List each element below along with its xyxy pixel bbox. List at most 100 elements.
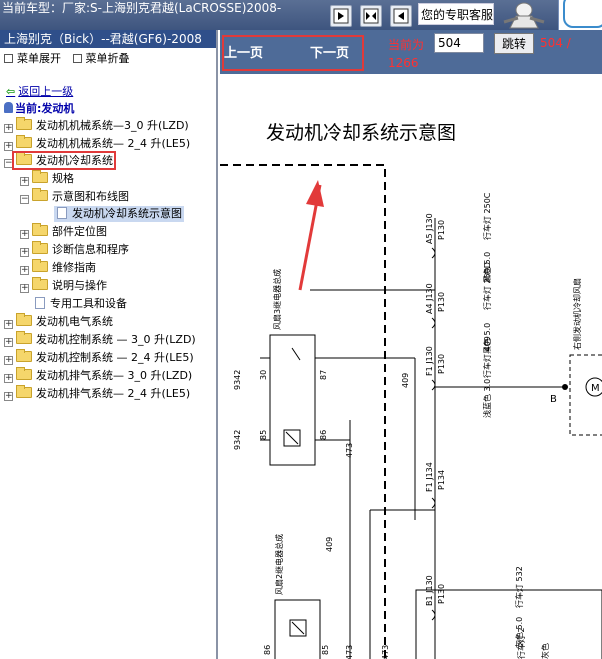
folder-icon [32, 241, 48, 254]
tree-item-engine-electrical[interactable]: + 发动机电气系统 [4, 313, 113, 330]
expand-plus-icon[interactable]: + [4, 142, 13, 151]
tree-item-engine-control-lzd[interactable]: + 发动机控制系统 — 3_0 升(LZD) [4, 331, 196, 348]
document-icon [35, 297, 45, 309]
tree-item-exhaust-lzd[interactable]: + 发动机排气系统— 3_0 升(LZD) [4, 367, 193, 384]
tree-item-label: 部件定位图 [52, 225, 107, 238]
back-link-label: 返回上一级 [18, 85, 74, 98]
wire-note: 行车灯 2 [516, 627, 526, 659]
junction-dot [562, 384, 568, 390]
corner-widget[interactable] [558, 0, 602, 30]
wire-note: 行车灯 409 [482, 336, 492, 378]
tree-item-label: 发动机机械系统—3_0 升(LZD) [36, 119, 189, 132]
wire-note: 行车灯 250C [482, 192, 492, 240]
tree-item-engine-mech-le5[interactable]: + 发动机机械系统— 2_4 升(LE5) [4, 135, 190, 152]
tree-item-cooling-schematic[interactable]: 发动机冷却系统示意图 [54, 206, 184, 222]
folder-icon [16, 313, 32, 326]
collapse-menu-label: 菜单折叠 [85, 52, 130, 65]
annotation-arrow-head [306, 180, 324, 207]
expand-plus-icon[interactable]: + [4, 356, 13, 365]
expand-plus-icon[interactable]: + [4, 374, 13, 383]
motor-icon-label: M [591, 383, 600, 394]
tree-item-description[interactable]: + 说明与操作 [20, 277, 107, 294]
highlight-box-cooling [12, 151, 116, 170]
pin-label: 86 [263, 645, 272, 655]
left-menu-pane: 上海别克（Bick）--君越(GF6)-2008 菜单展开 菜单折叠 ⇦ 返回上一… [0, 30, 218, 659]
tree-item-diagnostics[interactable]: + 诊断信息和程序 [20, 241, 129, 258]
split-view-button[interactable] [360, 5, 382, 27]
expand-plus-icon[interactable]: + [4, 338, 13, 347]
current-location-label: 当前:发动机 [15, 102, 75, 115]
folder-icon [32, 259, 48, 272]
expand-plus-icon[interactable]: + [4, 392, 13, 401]
page-number-input[interactable] [434, 33, 484, 53]
circuit-label: P130 [437, 584, 446, 604]
wire-note: 浅蓝色 3.0 [482, 379, 492, 418]
pin-label: 85 [321, 645, 330, 655]
tree-item-engine-mech-lzd[interactable]: + 发动机机械系统—3_0 升(LZD) [4, 117, 189, 134]
tree-item-special-tools[interactable]: 专用工具和设备 [32, 296, 127, 312]
tree-item-label: 发动机控制系统 — 2_4 升(LE5) [36, 351, 194, 364]
tree-item-exhaust-le5[interactable]: + 发动机排气系统— 2_4 升(LE5) [4, 385, 190, 402]
connector-label: F1 J130 [425, 346, 434, 376]
top-bar: 当前车型：厂家:S-上海别克君越(LaCROSSE)2008- 您的专职客服 [0, 0, 602, 30]
back-link[interactable]: ⇦ 返回上一级 [6, 83, 73, 99]
page-nav-bar: 上一页 下一页 当前为 跳转 504 / 1266 [220, 30, 602, 74]
last-page-button[interactable] [390, 5, 412, 27]
expand-menu-button[interactable]: 菜单展开 [4, 48, 61, 70]
expand-plus-icon[interactable]: + [4, 124, 13, 133]
folder-icon [16, 367, 32, 380]
tree-item-label: 说明与操作 [52, 279, 107, 292]
tree-item-repair-guide[interactable]: + 维修指南 [20, 259, 96, 276]
collapse-icon [72, 54, 82, 63]
tree-item-label: 专用工具和设备 [50, 297, 127, 310]
expand-plus-icon[interactable]: + [20, 177, 29, 186]
split-arrows-icon [363, 8, 379, 24]
wire-number: 473 [381, 645, 390, 659]
tree-item-component-locator[interactable]: + 部件定位图 [20, 223, 107, 240]
expand-menu-label: 菜单展开 [17, 52, 61, 65]
tree-item-label: 发动机排气系统— 3_0 升(LZD) [36, 369, 193, 382]
tree-item-specs[interactable]: + 规格 [20, 170, 74, 187]
wire-note: 灰色 [540, 643, 550, 659]
circuit-label: P130 [437, 292, 446, 312]
first-page-button[interactable] [330, 5, 352, 27]
tree-item-label: 诊断信息和程序 [52, 243, 129, 256]
back-arrow-icon: ⇦ [6, 85, 16, 98]
relay3-label: 风扇3继电器总成 [272, 269, 282, 330]
connector-label: F1 J134 [425, 462, 434, 492]
folder-icon [16, 385, 32, 398]
circuit-label: P130 [437, 220, 446, 240]
circuit-label: P134 [437, 470, 446, 490]
tree-item-label: 发动机电气系统 [36, 315, 113, 328]
tree-item-engine-control-le5[interactable]: + 发动机控制系统 — 2_4 升(LE5) [4, 349, 194, 366]
collapse-minus-icon[interactable]: − [20, 195, 29, 204]
expand-plus-icon[interactable]: + [4, 320, 13, 329]
expand-plus-icon[interactable]: + [20, 284, 29, 293]
pin-label: 30 [259, 370, 268, 380]
menu-toolbar: 菜单展开 菜单折叠 [0, 48, 216, 70]
folder-icon [16, 117, 32, 130]
wire-number: 9342 [233, 430, 242, 450]
expand-plus-icon[interactable]: + [20, 230, 29, 239]
expand-plus-icon[interactable]: + [20, 266, 29, 275]
expand-plus-icon[interactable]: + [20, 248, 29, 257]
arrow-right-icon [333, 8, 349, 24]
expert-service-link[interactable]: 您的专职客服 [418, 3, 494, 25]
wire-number: 409 [325, 537, 334, 552]
node-label: B [550, 394, 557, 405]
connector-label: A4 J130 [425, 283, 434, 314]
page-count: 504 / [540, 36, 571, 50]
dashed-boundary [220, 164, 386, 659]
tree-item-label: 发动机控制系统 — 3_0 升(LZD) [36, 333, 196, 346]
page-total: 1266 [388, 56, 419, 70]
arrow-left-icon [393, 8, 409, 24]
wire-note: 行车灯 532 [514, 566, 524, 608]
jump-button[interactable]: 跳转 [494, 33, 534, 54]
relay2-box [274, 599, 321, 659]
folder-icon [16, 331, 32, 344]
tree-item-schematics[interactable]: − 示意图和布线图 [20, 188, 129, 205]
document-icon [57, 207, 67, 219]
collapse-menu-button[interactable]: 菜单折叠 [72, 48, 130, 70]
folder-icon [32, 277, 48, 290]
content-pane: 上一页 下一页 当前为 跳转 504 / 1266 发动机冷却系统示意图 A5 … [220, 30, 602, 659]
